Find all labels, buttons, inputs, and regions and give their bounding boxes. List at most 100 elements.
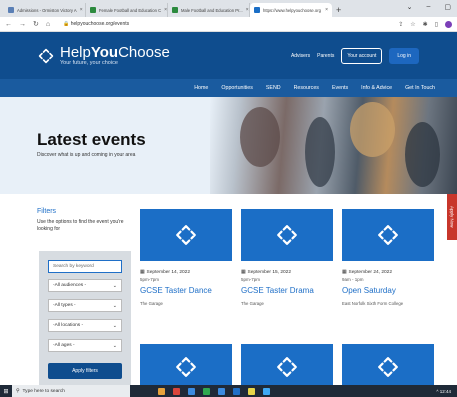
taskbar-apps xyxy=(158,387,270,395)
hero-banner: Latest events Discover what is up and co… xyxy=(0,97,457,194)
url-field[interactable]: 🔒 helpyouchoose.org/events xyxy=(63,21,129,27)
system-tray: ^ 12:44 xyxy=(436,389,457,394)
location-select[interactable]: -All locations - ⌄ xyxy=(48,319,122,332)
main-navigation: Home Opportunities SEND Resources Events… xyxy=(0,79,457,97)
logo-diamond-icon xyxy=(38,48,54,63)
event-card[interactable] xyxy=(342,344,434,390)
nav-resources[interactable]: Resources xyxy=(294,85,319,91)
nav-send[interactable]: SEND xyxy=(266,85,281,91)
close-tab-icon[interactable]: × xyxy=(246,7,249,13)
close-tab-icon[interactable]: × xyxy=(164,7,167,13)
type-select[interactable]: -All types - ⌄ xyxy=(48,299,122,312)
event-time: 5pm-7pm xyxy=(140,277,160,282)
tab-favicon-icon xyxy=(172,7,178,13)
event-card-image xyxy=(241,209,333,261)
site-header: HelpYouChoose Your future, your choice A… xyxy=(0,32,457,79)
advisers-link[interactable]: Advisers xyxy=(291,53,310,59)
logo-diamond-icon xyxy=(176,225,196,245)
event-card[interactable] xyxy=(140,344,232,390)
event-card-image xyxy=(342,209,434,261)
lock-icon: 🔒 xyxy=(63,21,70,27)
profile-avatar[interactable] xyxy=(445,20,452,28)
maximize-icon[interactable]: ▢ xyxy=(444,3,451,11)
filters-description: Use the options to find the event you're… xyxy=(37,219,124,232)
event-card-image xyxy=(342,344,434,390)
bookmark-star-icon[interactable]: ☆ xyxy=(410,21,415,28)
reload-icon[interactable]: ↻ xyxy=(33,20,39,28)
event-card-image xyxy=(140,209,232,261)
tab-favicon-icon xyxy=(8,7,14,13)
event-title[interactable]: GCSE Taster Dance xyxy=(140,286,232,295)
chevron-down-icon: ⌄ xyxy=(112,302,117,309)
taskbar-app-icon[interactable] xyxy=(263,387,270,395)
chevron-down-icon: ⌄ xyxy=(112,322,117,329)
search-placeholder: Search by keyword xyxy=(53,264,94,269)
apply-filters-button[interactable]: Apply filters xyxy=(48,363,122,379)
tray-text: ^ 12:44 xyxy=(436,388,451,394)
taskbar-app-icon[interactable] xyxy=(218,387,225,395)
tab-favicon-icon xyxy=(254,7,260,13)
your-account-button[interactable]: Your account xyxy=(341,47,383,64)
minimize-icon[interactable]: – xyxy=(426,3,430,11)
event-date: ▦ September 15, 2022 xyxy=(241,270,333,275)
select-value: -All types - xyxy=(53,303,76,308)
taskbar-app-icon[interactable] xyxy=(188,387,195,395)
browser-tab[interactable]: Admissions - Ormiston Victory A × xyxy=(4,3,86,17)
tab-label: Female Football and Education C xyxy=(99,7,162,13)
forward-icon[interactable]: → xyxy=(19,21,26,28)
share-icon[interactable]: ⇪ xyxy=(398,21,403,28)
windows-start-icon[interactable]: ⊞ xyxy=(0,385,12,397)
taskbar-search-input[interactable]: ⚲ Type here to search xyxy=(12,385,130,397)
nav-events[interactable]: Events xyxy=(332,85,348,91)
event-card[interactable]: ▦ September 24, 2022 9am - 1pm Open Satur… xyxy=(342,209,434,306)
sidebar-icon[interactable]: ▯ xyxy=(435,21,438,28)
browser-tab[interactable]: Female Football and Education C × xyxy=(86,3,168,17)
taskbar-app-icon[interactable] xyxy=(248,387,255,395)
taskbar-app-icon[interactable] xyxy=(158,387,165,395)
taskbar-app-icon[interactable] xyxy=(203,387,210,395)
tab-label: https://www.helpyouchoose.org xyxy=(263,7,321,13)
tab-search-icon[interactable]: ⌄ xyxy=(407,3,413,11)
nav-info-advice[interactable]: Info & Advice xyxy=(361,85,392,91)
chevron-down-icon: ⌄ xyxy=(112,342,117,349)
event-card[interactable]: ▦ September 15, 2022 5pm-7pm GCSE Taster … xyxy=(241,209,333,306)
hero-crowd-image xyxy=(210,97,457,194)
logo-diamond-icon xyxy=(176,357,196,377)
age-select[interactable]: -All ages - ⌄ xyxy=(48,339,122,352)
keyword-search-input[interactable]: Search by keyword xyxy=(48,260,122,273)
close-tab-icon[interactable]: × xyxy=(80,7,83,13)
home-icon[interactable]: ⌂ xyxy=(46,21,50,28)
back-icon[interactable]: ← xyxy=(5,21,12,28)
window-controls: ⌄ – ▢ xyxy=(407,3,451,11)
event-date-text: September 24, 2022 xyxy=(348,270,393,275)
select-value: -All ages - xyxy=(53,343,75,348)
login-button[interactable]: Log in xyxy=(389,47,419,64)
taskbar-app-icon[interactable] xyxy=(173,387,180,395)
event-title[interactable]: Open Saturday xyxy=(342,286,434,295)
event-title[interactable]: GCSE Taster Drama xyxy=(241,286,333,295)
filters-heading: Filters xyxy=(37,208,57,215)
event-date: ▦ September 24, 2022 xyxy=(342,270,434,275)
nav-opportunities[interactable]: Opportunities xyxy=(221,85,253,91)
logo-diamond-icon xyxy=(277,225,297,245)
audience-select[interactable]: -All audiences - ⌄ xyxy=(48,279,122,292)
new-tab-icon[interactable]: + xyxy=(336,3,341,17)
apply-now-tab[interactable]: Apply Now xyxy=(447,194,457,240)
event-date-text: September 15, 2022 xyxy=(247,270,292,275)
calendar-icon: ▦ xyxy=(241,270,246,275)
calendar-icon: ▦ xyxy=(140,270,145,275)
nav-home[interactable]: Home xyxy=(194,85,208,91)
search-icon: ⚲ xyxy=(16,388,20,394)
close-tab-icon[interactable]: × xyxy=(325,7,328,13)
event-card[interactable] xyxy=(241,344,333,390)
parents-link[interactable]: Parents xyxy=(317,53,334,59)
logo-diamond-icon xyxy=(378,225,398,245)
site-logo[interactable]: HelpYouChoose Your future, your choice xyxy=(38,45,170,66)
browser-tab-active[interactable]: https://www.helpyouchoose.org × xyxy=(250,3,332,17)
browser-tab[interactable]: Male Football and Education Pr... × xyxy=(168,3,250,17)
nav-get-in-touch[interactable]: Get In Touch xyxy=(405,85,435,91)
taskbar-app-icon[interactable] xyxy=(233,387,240,395)
calendar-icon: ▦ xyxy=(342,270,347,275)
event-card[interactable]: ▦ September 14, 2022 5pm-7pm GCSE Taster … xyxy=(140,209,232,306)
extensions-icon[interactable]: ✱ xyxy=(423,21,428,28)
